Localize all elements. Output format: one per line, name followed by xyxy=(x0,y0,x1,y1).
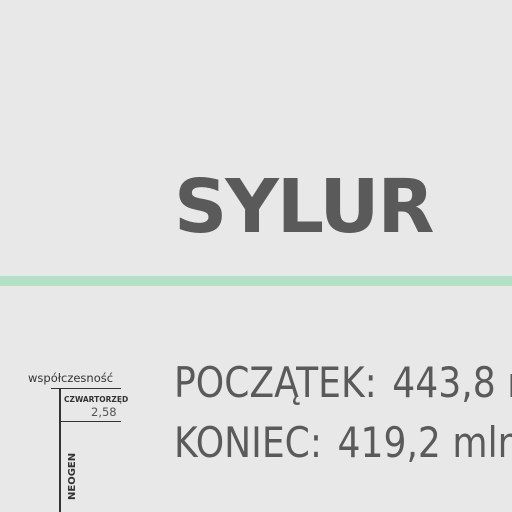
present-tick xyxy=(51,388,121,389)
quaternary-boundary-value: 2,58 xyxy=(91,405,117,419)
quaternary-label: CZWARTORZĘD xyxy=(64,395,129,404)
page: SYLUR POCZĄTEK:443,8 mln lat temu KONIEC… xyxy=(0,0,512,512)
present-label: współczesność xyxy=(28,371,114,385)
neogene-label: NEOGEN xyxy=(67,452,78,500)
quaternary-boundary-tick xyxy=(59,421,121,422)
timescale-axis xyxy=(59,388,61,512)
geologic-timescale: współczesność CZWARTORZĘD 2,58 NEOGEN xyxy=(0,0,512,512)
